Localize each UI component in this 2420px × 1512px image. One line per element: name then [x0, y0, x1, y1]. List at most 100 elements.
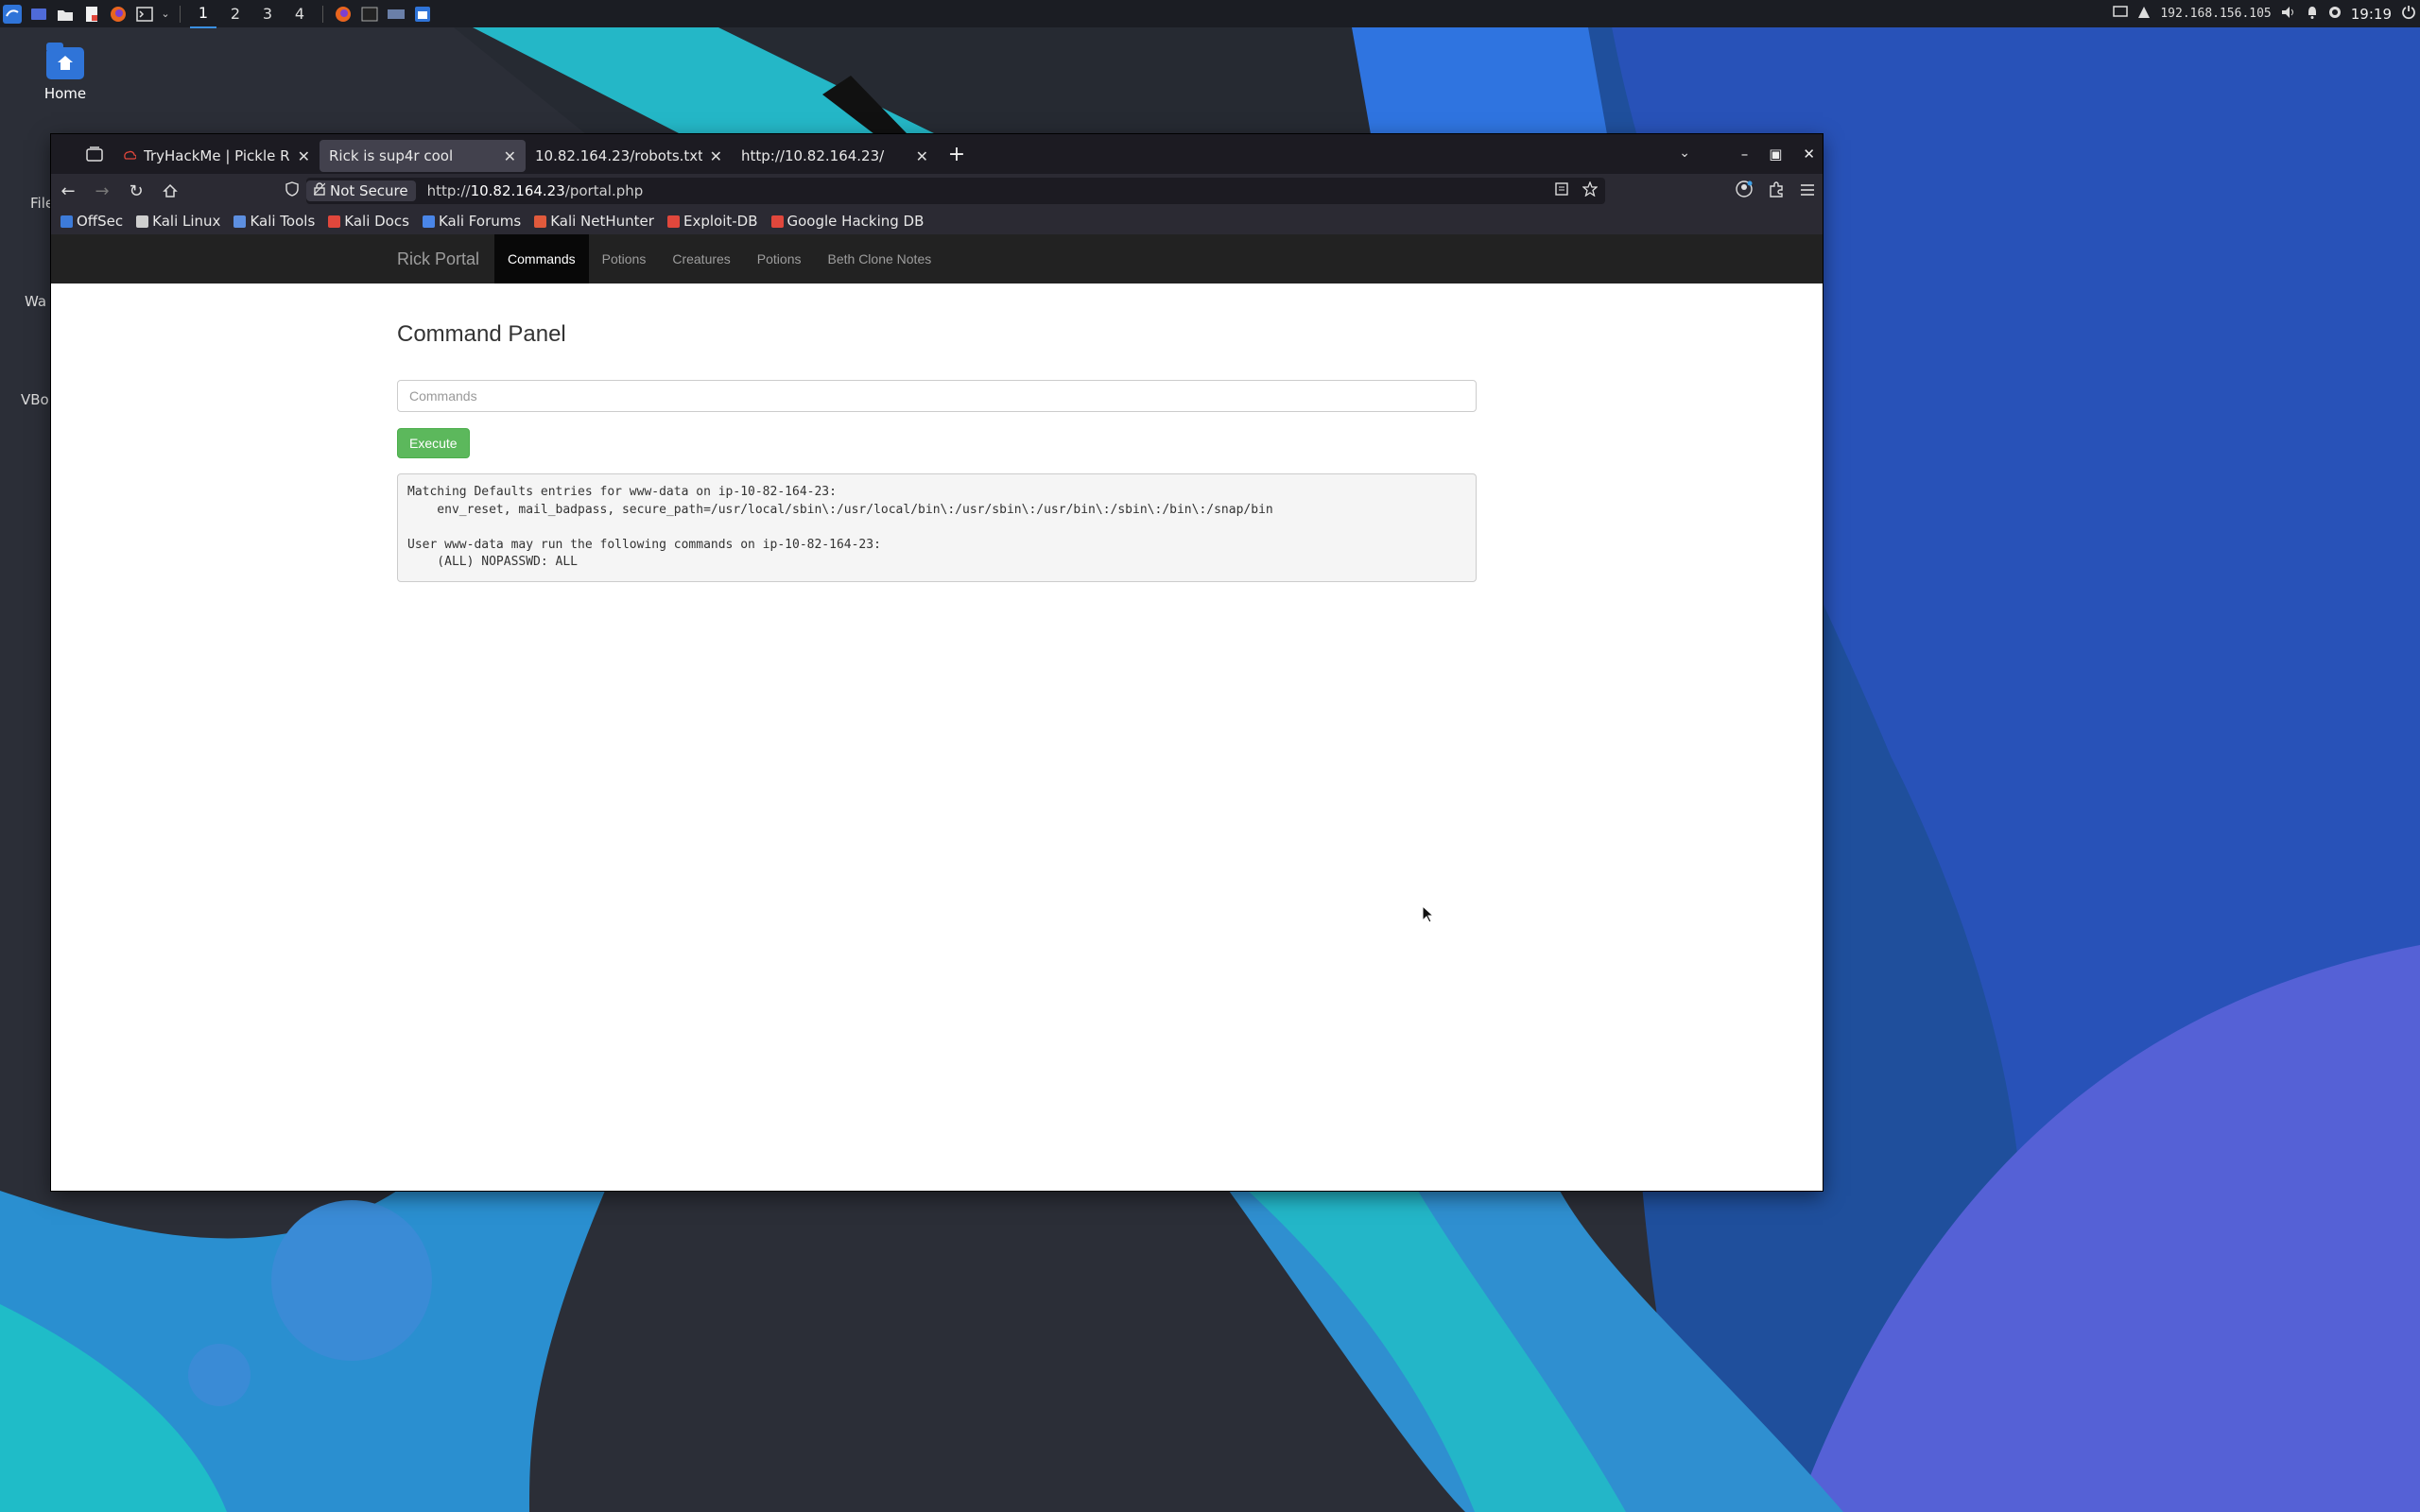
bookmark-star-icon[interactable] [1582, 180, 1599, 200]
bookmark-label: Kali Linux [152, 213, 221, 230]
reload-button[interactable]: ↻ [119, 174, 153, 208]
command-panel: Command Panel Execute Matching Defaults … [397, 321, 1477, 594]
tracking-shield-icon[interactable] [285, 181, 299, 200]
file-manager-icon[interactable] [55, 4, 76, 25]
firefox-icon[interactable] [108, 4, 129, 25]
url-text[interactable]: http://10.82.164.23/portal.php [427, 182, 644, 199]
desktop-home-label: Home [43, 85, 87, 102]
clock[interactable]: 19:19 [2351, 6, 2392, 23]
minimize-icon[interactable]: – [1741, 146, 1749, 163]
reader-view-icon[interactable] [1554, 181, 1569, 200]
tab-bar: TryHackMe | Pickle Rick ✕ Rick is sup4r … [51, 134, 1823, 174]
terminal-icon[interactable] [134, 4, 155, 25]
bookmark-item[interactable]: OffSec [60, 213, 123, 230]
terminal-window-icon[interactable] [359, 4, 380, 25]
tab-label: Rick is sup4r cool [329, 147, 454, 164]
list-all-tabs-icon[interactable]: ⌄ [1679, 146, 1690, 161]
power-icon[interactable] [2401, 5, 2416, 24]
text-editor-icon[interactable] [81, 4, 102, 25]
tab-rick-is-sup4r-cool[interactable]: Rick is sup4r cool ✕ [320, 140, 526, 172]
close-tab-icon[interactable]: ✕ [298, 147, 310, 165]
nav-commands[interactable]: Commands [494, 234, 589, 284]
show-desktop-icon[interactable] [28, 4, 49, 25]
hamburger-menu-icon[interactable] [1800, 182, 1815, 200]
firefox-window-icon[interactable] [333, 4, 354, 25]
execute-button[interactable]: Execute [397, 428, 470, 458]
site-brand[interactable]: Rick Portal [397, 249, 479, 269]
chevron-down-icon[interactable]: ⌄ [161, 4, 170, 25]
workspace-2[interactable]: 2 [222, 1, 249, 27]
account-icon[interactable] [1736, 180, 1753, 201]
tab-robots-txt[interactable]: 10.82.164.23/robots.txt ✕ [526, 140, 732, 172]
tab-tryhackme[interactable]: TryHackMe | Pickle Rick ✕ [113, 140, 320, 172]
bookmark-favicon-icon [534, 215, 547, 228]
page-content: Rick Portal Commands Potions Creatures P… [51, 234, 1823, 1191]
display-icon[interactable] [2113, 5, 2129, 23]
bookmark-item[interactable]: Google Hacking DB [770, 213, 925, 230]
extensions-icon[interactable] [1768, 180, 1785, 201]
address-bar[interactable]: Not Secure http://10.82.164.23/portal.ph… [285, 178, 1605, 204]
close-window-icon[interactable]: ✕ [1803, 146, 1815, 163]
bookmark-label: Google Hacking DB [786, 213, 925, 230]
bookmark-item[interactable]: Kali NetHunter [534, 213, 654, 230]
insecure-lock-icon [313, 182, 326, 199]
bookmark-label: Kali Forums [438, 213, 522, 230]
tab-root-url[interactable]: http://10.82.164.23/ ✕ [732, 140, 938, 172]
bookmarks-toolbar: OffSec Kali Linux Kali Tools Kali Docs Kali … [51, 208, 1823, 234]
app-window-icon[interactable] [412, 4, 433, 25]
browser-window: TryHackMe | Pickle Rick ✕ Rick is sup4r … [51, 134, 1823, 1191]
nav-potions[interactable]: Potions [589, 234, 660, 284]
bookmark-favicon-icon [422, 215, 435, 228]
commands-input[interactable] [397, 380, 1477, 412]
panel-separator [180, 5, 181, 23]
home-button[interactable] [153, 174, 187, 208]
bookmark-item[interactable]: Kali Linux [136, 213, 220, 230]
virtualbox-window-icon[interactable] [386, 4, 406, 25]
network-icon[interactable] [2137, 6, 2151, 23]
bookmark-label: Kali Tools [250, 213, 316, 230]
mouse-cursor-icon [1422, 904, 1435, 928]
kali-menu-icon[interactable] [2, 4, 23, 25]
new-tab-button[interactable]: + [938, 143, 976, 166]
bookmark-item[interactable]: Kali Tools [233, 213, 315, 230]
page-title: Command Panel [397, 321, 566, 347]
command-output: Matching Defaults entries for www-data o… [397, 473, 1477, 582]
volume-icon[interactable] [2281, 6, 2296, 23]
forward-button[interactable]: → [85, 174, 119, 208]
bookmark-label: OffSec [77, 213, 124, 230]
close-tab-icon[interactable]: ✕ [504, 147, 516, 165]
workspace-4[interactable]: 4 [286, 1, 313, 27]
tab-label: http://10.82.164.23/ [741, 147, 885, 164]
connection-security-button[interactable]: Not Secure [306, 180, 416, 201]
maximize-icon[interactable]: ▣ [1769, 146, 1782, 163]
navigation-toolbar: ← → ↻ Not Secure http://10.82.164.23/por… [51, 174, 1823, 208]
desktop-partial-label: Wa [25, 293, 47, 310]
close-tab-icon[interactable]: ✕ [710, 147, 722, 165]
bookmark-label: Exploit-DB [683, 213, 758, 230]
bookmark-favicon-icon [328, 215, 341, 228]
site-navbar: Rick Portal Commands Potions Creatures P… [51, 234, 1823, 284]
bookmark-favicon-icon [770, 215, 784, 228]
notification-bell-icon[interactable] [2306, 6, 2319, 23]
bookmark-item[interactable]: Kali Docs [328, 213, 409, 230]
desktop-partial-label: VBo [21, 391, 49, 408]
bookmark-favicon-icon [666, 215, 680, 228]
workspace-3[interactable]: 3 [254, 1, 281, 27]
nav-potions-2[interactable]: Potions [744, 234, 815, 284]
url-path: /portal.php [564, 182, 644, 199]
clock-icon [2328, 6, 2342, 23]
bookmark-favicon-icon [233, 215, 247, 228]
desktop-home-shortcut[interactable]: Home [36, 43, 95, 102]
firefox-view-button[interactable] [76, 134, 113, 174]
tab-label: TryHackMe | Pickle Rick [144, 147, 290, 164]
bookmark-label: Kali NetHunter [550, 213, 654, 230]
bookmark-item[interactable]: Kali Forums [422, 213, 522, 230]
nav-creatures[interactable]: Creatures [659, 234, 743, 284]
url-host: 10.82.164.23 [470, 182, 565, 199]
close-tab-icon[interactable]: ✕ [916, 147, 928, 165]
tryhackme-favicon-icon [123, 147, 137, 164]
workspace-1[interactable]: 1 [190, 0, 216, 28]
bookmark-item[interactable]: Exploit-DB [666, 213, 758, 230]
back-button[interactable]: ← [51, 174, 85, 208]
nav-beth-clone-notes[interactable]: Beth Clone Notes [815, 234, 945, 284]
